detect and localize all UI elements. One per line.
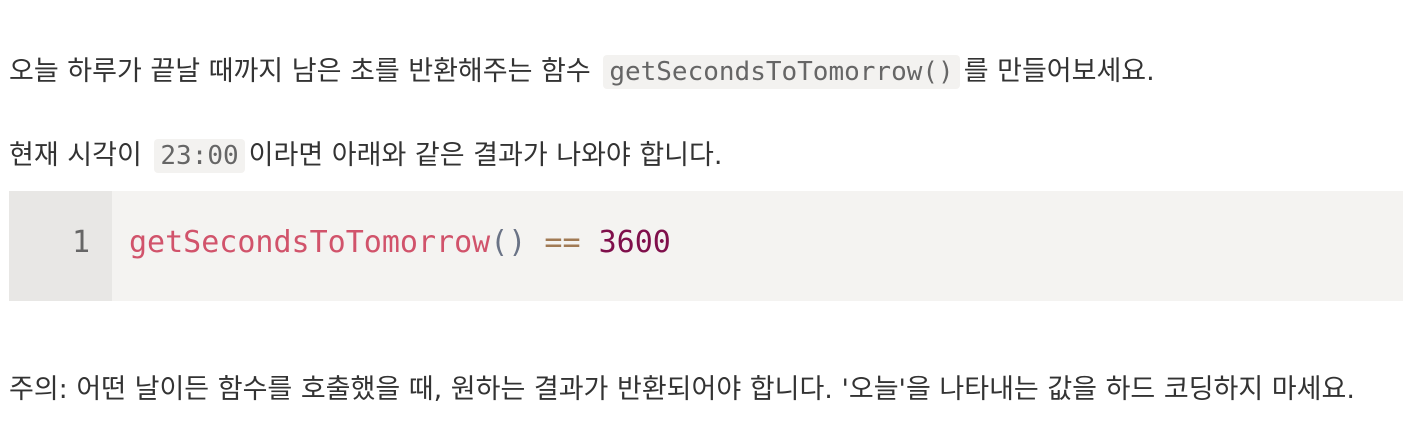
inline-code-time: 23:00 bbox=[154, 139, 245, 173]
line-number-gutter: 1 bbox=[9, 191, 112, 301]
code-token-number: 3600 bbox=[598, 225, 671, 260]
code-line: getSecondsToTomorrow() == 3600 bbox=[112, 191, 671, 301]
instruction-text-before: 오늘 하루가 끝날 때까지 남은 초를 반환해주는 함수 bbox=[9, 56, 591, 87]
example-paragraph: 현재 시각이 23:00 이라면 아래와 같은 결과가 나와야 합니다. bbox=[9, 135, 722, 177]
warning-paragraph: 주의: 어떤 날이든 함수를 호출했을 때, 원하는 결과가 반환되어야 합니다… bbox=[9, 374, 1355, 405]
instruction-text-after: 를 만들어보세요. bbox=[963, 56, 1155, 87]
example-text-after: 이라면 아래와 같은 결과가 나와야 합니다. bbox=[248, 140, 723, 171]
code-token-parens: () bbox=[490, 225, 527, 260]
code-token-function: getSecondsToTomorrow bbox=[129, 225, 491, 260]
line-number: 1 bbox=[71, 225, 90, 260]
inline-code-function-name: getSecondsToTomorrow() bbox=[603, 55, 960, 89]
example-text-before: 현재 시각이 bbox=[9, 140, 142, 171]
instruction-paragraph: 오늘 하루가 끝날 때까지 남은 초를 반환해주는 함수 getSecondsT… bbox=[9, 51, 1155, 93]
code-token-operator: == bbox=[544, 225, 581, 260]
code-block: 1 getSecondsToTomorrow() == 3600 bbox=[9, 191, 1403, 301]
